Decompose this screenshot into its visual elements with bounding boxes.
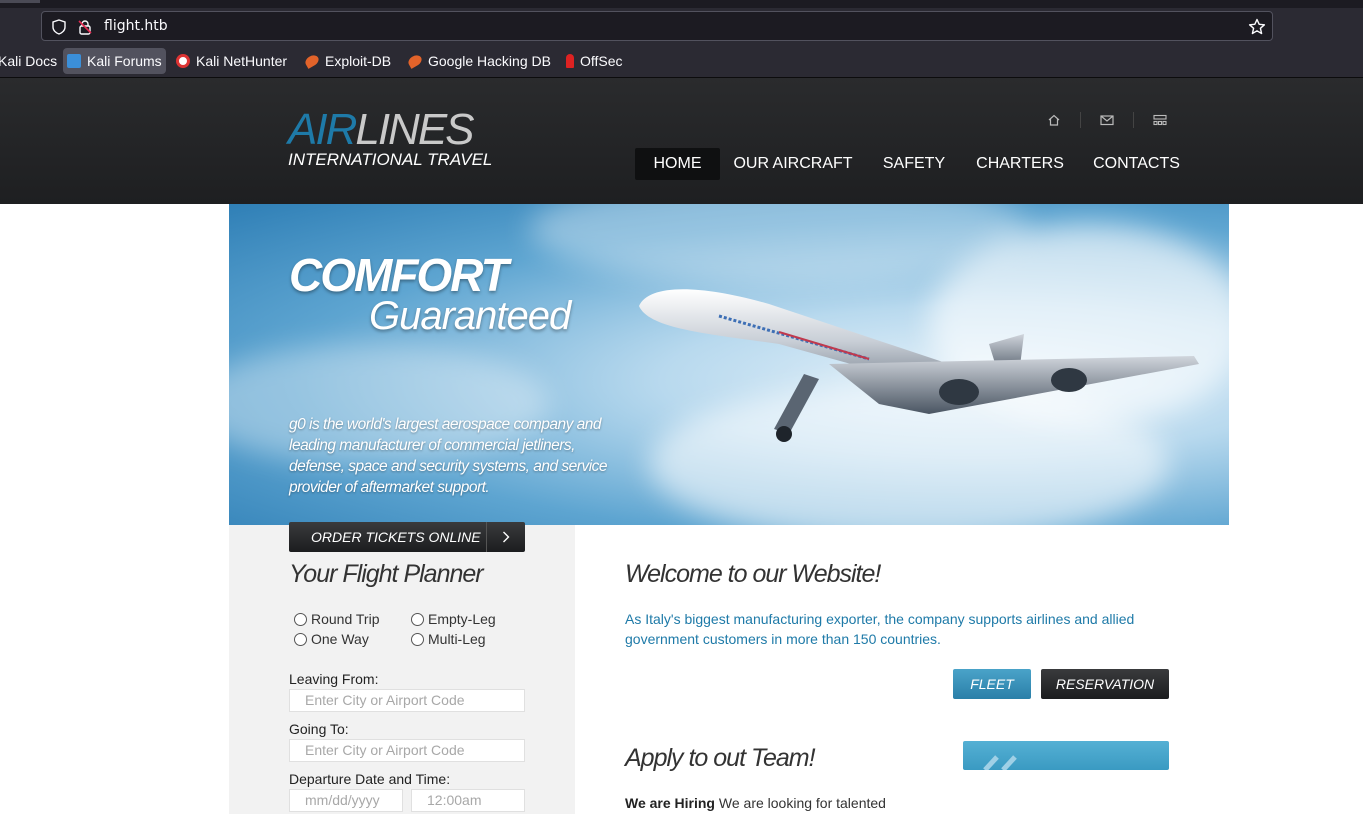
bookmark-kali-forums[interactable]: Kali Forums xyxy=(63,48,166,74)
bookmark-label: OffSec xyxy=(580,53,623,69)
departure-time-input[interactable]: 12:00am xyxy=(411,789,525,812)
exploit-db-icon xyxy=(303,53,321,69)
bookmark-star-icon[interactable] xyxy=(1248,18,1266,36)
nav-our-aircraft[interactable]: OUR AIRCRAFT xyxy=(732,148,854,180)
nav-charters[interactable]: CHARTERS xyxy=(974,148,1066,180)
bookmark-google-hacking-db[interactable]: Google Hacking DB xyxy=(404,48,555,74)
bookmark-label: Google Hacking DB xyxy=(428,53,551,69)
shield-icon[interactable] xyxy=(50,18,68,36)
bookmark-kali-nethunter[interactable]: Kali NetHunter xyxy=(172,48,291,74)
welcome-title: Welcome to our Website! xyxy=(625,560,881,588)
nav-safety[interactable]: SAFETY xyxy=(876,148,952,180)
radio-circle[interactable] xyxy=(411,612,424,626)
radio-one-way[interactable]: One Way xyxy=(294,631,369,647)
airplane-image xyxy=(639,289,1199,442)
bookmark-kali-docs[interactable]: Kali Docs xyxy=(0,48,61,74)
going-to-label: Going To: xyxy=(289,721,349,737)
logo-air: AIR xyxy=(288,105,357,154)
hero-subtitle: Guaranteed xyxy=(369,294,571,338)
hero-banner: COMFORT Guaranteed g0 is the world's lar… xyxy=(229,204,1229,525)
bookmark-label: Kali Forums xyxy=(87,53,162,69)
tab-indicator xyxy=(0,0,40,3)
nav-contacts[interactable]: CONTACTS xyxy=(1090,148,1183,180)
divider xyxy=(1133,112,1134,128)
offsec-icon xyxy=(566,54,574,68)
bookmark-offsec[interactable]: OffSec xyxy=(562,48,627,74)
insecure-lock-icon[interactable] xyxy=(76,18,94,36)
radio-round-trip[interactable]: Round Trip xyxy=(294,611,379,627)
going-to-input[interactable]: Enter City or Airport Code xyxy=(289,739,525,762)
logo-tagline: INTERNATIONAL TRAVEL xyxy=(288,150,493,169)
leaving-from-input[interactable]: Enter City or Airport Code xyxy=(289,689,525,712)
radio-label: Multi-Leg xyxy=(428,631,486,647)
radio-circle[interactable] xyxy=(294,612,307,626)
bookmarks-bar: Kali Docs Kali Forums Kali NetHunter Exp… xyxy=(0,44,1363,78)
planner-title: Your Flight Planner xyxy=(289,560,484,588)
browser-tab-strip xyxy=(0,0,1363,8)
url-text[interactable]: flight.htb xyxy=(104,18,168,34)
radio-label: One Way xyxy=(311,631,369,647)
radio-label: Round Trip xyxy=(311,611,380,627)
bookmark-exploit-db[interactable]: Exploit-DB xyxy=(301,48,395,74)
url-bar[interactable]: flight.htb xyxy=(41,11,1273,41)
order-tickets-button[interactable]: ORDER TICKETS ONLINE xyxy=(289,522,525,552)
radio-multi-leg[interactable]: Multi-Leg xyxy=(411,631,486,647)
nav-home[interactable]: HOME xyxy=(635,148,720,180)
logo-lines: LINES xyxy=(355,105,474,154)
sitemap-icon[interactable] xyxy=(1146,112,1174,128)
hiring-rest: We are looking for talented xyxy=(715,795,886,811)
bookmark-label: Kali Docs xyxy=(0,53,58,69)
leaving-from-label: Leaving From: xyxy=(289,671,379,687)
nethunter-icon xyxy=(176,54,190,68)
mail-icon[interactable] xyxy=(1093,112,1121,128)
kali-dragon-icon xyxy=(67,54,81,68)
welcome-text: As Italy's biggest manufacturing exporte… xyxy=(625,611,1135,647)
hiring-text: We are Hiring We are looking for talente… xyxy=(625,795,886,811)
site-logo[interactable]: AIRLINES INTERNATIONAL TRAVEL xyxy=(288,106,492,170)
departure-date-input[interactable]: mm/dd/yyyy xyxy=(289,789,403,812)
fleet-button[interactable]: FLEET xyxy=(953,669,1031,699)
bookmark-label: Kali NetHunter xyxy=(196,53,288,69)
hiring-bold: We are Hiring xyxy=(625,795,715,811)
hero-description: g0 is the world's largest aerospace comp… xyxy=(289,416,608,496)
order-tickets-label: ORDER TICKETS ONLINE xyxy=(311,529,481,545)
site-header: AIRLINES INTERNATIONAL TRAVEL HOME OUR A… xyxy=(0,78,1363,204)
reservation-button[interactable]: RESERVATION xyxy=(1041,669,1169,699)
header-icon-links xyxy=(1040,112,1174,128)
home-icon[interactable] xyxy=(1040,112,1068,128)
divider xyxy=(1080,112,1081,128)
apply-title: Apply to out Team! xyxy=(625,744,816,772)
departure-label: Departure Date and Time: xyxy=(289,771,451,787)
chevron-right-icon xyxy=(487,522,525,552)
bookmark-label: Exploit-DB xyxy=(325,53,392,69)
radio-label: Empty-Leg xyxy=(428,611,496,627)
ghdb-icon xyxy=(406,53,424,69)
radio-circle[interactable] xyxy=(411,632,424,646)
browser-toolbar: flight.htb xyxy=(0,8,1363,44)
radio-circle[interactable] xyxy=(294,632,307,646)
radio-empty-leg[interactable]: Empty-Leg xyxy=(411,611,496,627)
team-image xyxy=(963,741,1169,770)
